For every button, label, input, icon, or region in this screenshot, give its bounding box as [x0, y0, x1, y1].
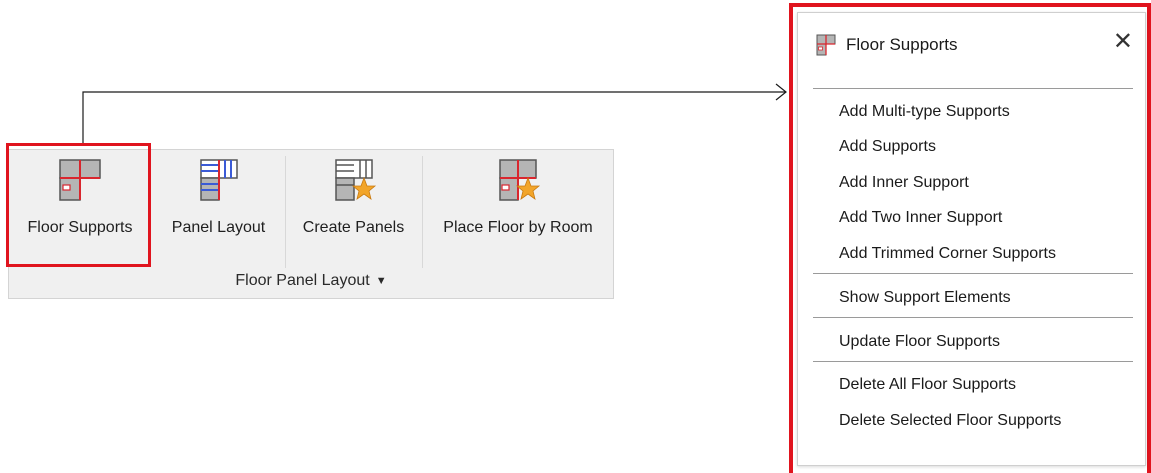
divider: [813, 273, 1133, 274]
dropdown-header: Floor Supports ✕: [798, 13, 1145, 75]
menu-item-add-inner-support[interactable]: Add Inner Support: [839, 174, 969, 192]
menu-item-delete-selected-floor-supports[interactable]: Delete Selected Floor Supports: [839, 412, 1061, 430]
menu-item-delete-all-floor-supports[interactable]: Delete All Floor Supports: [839, 376, 1016, 394]
connector-arrow: [82, 83, 787, 143]
divider: [813, 317, 1133, 318]
place-floor-by-room-label: Place Floor by Room: [443, 219, 593, 236]
divider: [813, 361, 1133, 362]
floor-supports-icon: [816, 34, 836, 56]
close-icon[interactable]: ✕: [1113, 30, 1133, 54]
menu-item-update-floor-supports[interactable]: Update Floor Supports: [839, 333, 1000, 351]
menu-item-add-trimmed-corner-supports[interactable]: Add Trimmed Corner Supports: [839, 245, 1056, 263]
panel-layout-button[interactable]: Panel Layout: [152, 150, 285, 268]
menu-item-show-support-elements[interactable]: Show Support Elements: [839, 289, 1011, 307]
menu-item-add-multi-type-supports[interactable]: Add Multi-type Supports: [839, 103, 1010, 121]
menu-item-add-supports[interactable]: Add Supports: [839, 138, 936, 156]
place-floor-by-room-button[interactable]: Place Floor by Room: [423, 150, 613, 268]
panel-layout-label: Panel Layout: [171, 219, 266, 236]
chevron-down-icon[interactable]: ▼: [376, 275, 387, 287]
place-floor-by-room-icon: [499, 159, 541, 201]
dropdown-title: Floor Supports: [846, 35, 958, 54]
panel-title-text: Floor Panel Layout: [235, 272, 370, 289]
floor-supports-dropdown: Floor Supports ✕ Add Multi-type Supports…: [797, 12, 1146, 466]
panel-layout-icon: [199, 159, 238, 201]
divider: [813, 88, 1133, 89]
create-panels-icon: [334, 159, 376, 201]
menu-item-add-two-inner-support[interactable]: Add Two Inner Support: [839, 209, 1002, 227]
panel-title[interactable]: Floor Panel Layout ▼: [9, 272, 613, 290]
create-panels-label: Create Panels: [302, 219, 405, 236]
floor-supports-highlight: [6, 143, 151, 267]
create-panels-button[interactable]: Create Panels: [286, 150, 421, 268]
